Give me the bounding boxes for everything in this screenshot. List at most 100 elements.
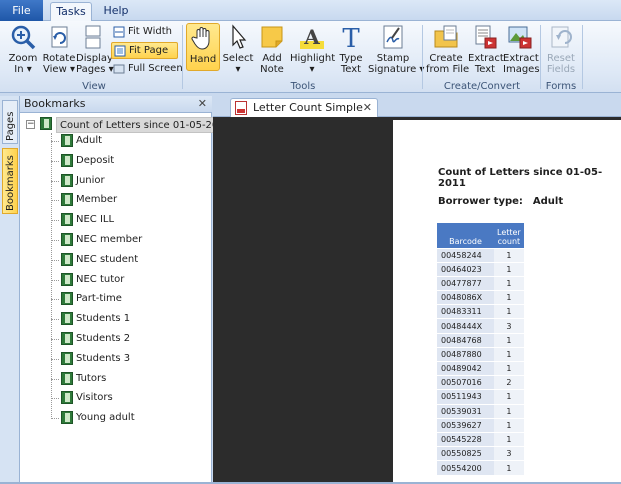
letter-count-cell: 1 — [494, 290, 524, 305]
barcode-cell: 00545228 — [437, 431, 494, 447]
letter-count-cell: 1 — [494, 332, 524, 348]
bookmark-icon — [61, 371, 73, 385]
full-screen-button[interactable]: Full Screen — [111, 61, 183, 78]
side-tab-bookmarks[interactable]: Bookmarks — [2, 148, 18, 214]
bookmark-label: NEC tutor — [76, 273, 125, 285]
table-row: 00464023 1 — [437, 261, 524, 277]
column-header-barcode: Barcode — [437, 223, 494, 248]
bookmarks-title: Bookmarks — [24, 97, 86, 110]
add-note-button[interactable]: Add Note — [256, 23, 288, 75]
tree-connector — [51, 240, 59, 241]
tab-help[interactable]: Help — [98, 2, 134, 21]
letter-count-cell: 1 — [494, 275, 524, 291]
document-tab-bar: Letter Count Simple ✕ — [213, 96, 621, 117]
table-row: 00487880 1 — [437, 346, 524, 362]
group-separator — [422, 25, 423, 89]
letter-count-cell: 1 — [494, 431, 524, 447]
hand-tool-button[interactable]: Hand — [186, 23, 220, 71]
group-label-forms: Forms — [545, 81, 577, 92]
extract-images-icon — [508, 26, 532, 49]
table-row: 00477877 1 — [437, 275, 524, 291]
bookmark-label: Adult — [76, 135, 103, 146]
rotate-icon — [51, 26, 68, 48]
fit-width-icon — [113, 26, 125, 38]
display-pages-icon — [85, 25, 101, 49]
side-tab-strip: Pages Bookmarks — [0, 96, 20, 484]
borrower-type-label: Borrower type: — [438, 196, 523, 207]
extract-text-button[interactable]: Extract Text — [468, 23, 504, 75]
group-label-tools: Tools — [290, 81, 316, 92]
tree-connector — [51, 200, 59, 202]
group-separator — [540, 25, 541, 89]
bookmark-label: Visitors — [76, 392, 113, 404]
rotate-view-button[interactable]: Rotate View ▾ — [42, 23, 76, 75]
bookmark-label: Junior — [76, 174, 105, 186]
tab-tasks[interactable]: Tasks — [50, 2, 92, 22]
zoom-icon — [11, 25, 36, 50]
bookmark-label: Tutors — [76, 372, 107, 384]
bookmark-label: Deposit — [76, 154, 115, 166]
letter-count-cell: 1 — [494, 403, 524, 419]
tree-connector — [51, 299, 59, 301]
letter-count-cell: 1 — [494, 304, 524, 319]
barcode-cell: 00550825 — [437, 446, 494, 461]
collapse-icon[interactable]: − — [26, 120, 35, 129]
bookmark-label: Part-time — [76, 293, 122, 305]
table-row: 0048444X 3 — [437, 318, 524, 334]
bookmark-icon — [61, 233, 73, 246]
svg-text:T: T — [342, 24, 360, 51]
bookmark-label: Member — [76, 194, 118, 206]
table-row: 00539627 1 — [437, 417, 524, 433]
bookmark-icon — [61, 332, 73, 345]
document-viewport[interactable]: Count of Letters since 01-05-2011 Borrow… — [213, 117, 621, 484]
create-from-file-button[interactable]: Create from File — [426, 23, 469, 75]
fit-width-button[interactable]: Fit Width — [111, 24, 178, 41]
close-icon[interactable]: ✕ — [363, 101, 372, 114]
cursor-icon — [232, 24, 247, 49]
bookmark-label: NEC member — [76, 234, 143, 245]
create-from-file-icon — [434, 25, 458, 48]
side-tab-pages[interactable]: Pages — [2, 100, 18, 144]
type-text-icon: T — [342, 24, 360, 51]
column-header-letter-count: Letter count — [494, 223, 524, 248]
barcode-cell: 00539627 — [437, 417, 494, 433]
bookmark-icon — [61, 213, 73, 227]
type-text-button[interactable]: T Type Text — [336, 23, 366, 75]
bookmarks-header: Bookmarks ✕ — [20, 96, 212, 113]
stamp-signature-button[interactable]: Stamp Signature ▾ — [368, 23, 424, 75]
document-tab[interactable]: Letter Count Simple ✕ — [230, 98, 378, 117]
tree-connector — [51, 418, 59, 420]
bookmark-icon — [61, 312, 73, 326]
barcode-cell: 00507016 — [437, 375, 494, 390]
group-label-view: View — [82, 81, 106, 92]
tree-connector — [51, 259, 59, 261]
borrower-type-line: Borrower type: Adult — [438, 196, 563, 207]
table-row: 00507016 2 — [437, 375, 524, 390]
bookmark-label: Students 2 — [76, 333, 131, 344]
bookmark-label: Students 3 — [76, 352, 131, 364]
barcode-cell: 00554200 — [437, 460, 494, 475]
letter-count-cell: 1 — [494, 460, 524, 475]
close-icon[interactable]: ✕ — [198, 96, 207, 112]
letter-count-cell: 1 — [494, 247, 524, 263]
barcode-cell: 00511943 — [437, 389, 494, 405]
zoom-in-button[interactable]: Zoom In ▾ — [6, 23, 40, 75]
fit-page-button[interactable]: Fit Page — [111, 42, 178, 59]
extract-images-button[interactable]: Extract Images — [503, 23, 540, 75]
reset-fields-button[interactable]: Reset Fields — [544, 23, 578, 75]
ribbon: Zoom In ▾ Rotate View ▾ Display Pages ▾ … — [0, 21, 621, 93]
bookmark-label: NEC student — [76, 253, 139, 265]
fit-page-icon — [114, 45, 126, 57]
tree-connector — [51, 398, 59, 400]
tree-connector — [51, 141, 59, 142]
tab-file[interactable]: File — [0, 0, 43, 21]
display-pages-button[interactable]: Display Pages ▾ — [76, 23, 114, 75]
tree-connector — [51, 220, 59, 222]
table-row: 00545228 1 — [437, 431, 524, 447]
highlight-button[interactable]: A Highlight ▾ — [290, 23, 335, 75]
bookmark-icon — [61, 292, 73, 306]
select-tool-button[interactable]: Select ▾ — [222, 23, 254, 75]
letter-count-cell: 2 — [494, 375, 524, 390]
bookmark-icon — [61, 391, 73, 405]
bookmark-icon — [40, 117, 52, 130]
